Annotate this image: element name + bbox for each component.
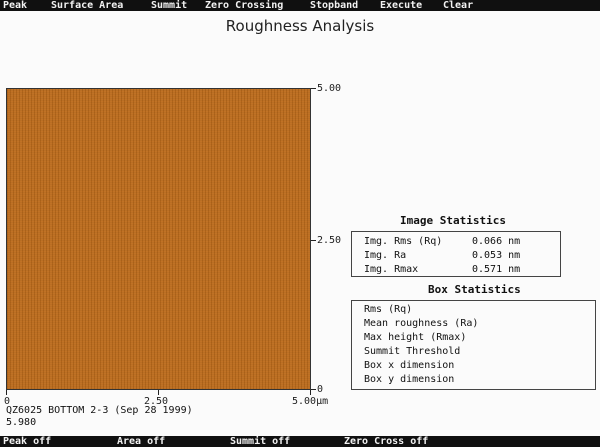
box-stats-title: Box Statistics (428, 283, 521, 296)
box-stat-rms: Rms (Rq) (364, 304, 413, 315)
y-tick-top (311, 88, 316, 89)
menu-stopband[interactable]: Stopband (310, 0, 358, 11)
y-tick-label-bottom: 0 (317, 384, 324, 395)
x-tick-label-right: 5.00µm (292, 396, 329, 407)
box-stat-x: Box x dimension (364, 360, 455, 371)
x-axis-unit: µm (316, 396, 329, 407)
stat-value: 0.053 nm (472, 250, 521, 261)
menu-clear[interactable]: Clear (443, 0, 473, 11)
menu-execute[interactable]: Execute (380, 0, 422, 11)
stat-value: 0.571 nm (472, 264, 521, 275)
status-bar: Peak off Area off Summit off Zero Cross … (0, 436, 600, 447)
surface-image[interactable] (6, 88, 311, 390)
box-stat-ra: Mean roughness (Ra) (364, 318, 479, 329)
box-stat-summit: Summit Threshold (364, 346, 461, 357)
y-tick-label-top: 5.00 (317, 83, 342, 94)
box-stat-rmax: Max height (Rmax) (364, 332, 467, 343)
x-tick-left (6, 390, 7, 395)
stat-row-ra: Img. Ra 0.053 nm (364, 250, 520, 261)
page-title: Roughness Analysis (225, 17, 375, 35)
menu-zero-crossing[interactable]: Zero Crossing (205, 0, 283, 11)
sample-caption: QZ6025 BOTTOM 2-3 (Sep 28 1999) (6, 405, 193, 416)
stat-label: Img. Ra (364, 250, 407, 261)
menu-summit[interactable]: Summit (151, 0, 187, 11)
stat-label: Img. Rms (Rq) (364, 236, 443, 247)
box-stats-panel: Rms (Rq) Mean roughness (Ra) Max height … (351, 300, 596, 390)
stat-row-rms: Img. Rms (Rq) 0.066 nm (364, 236, 520, 247)
box-stat-y: Box y dimension (364, 374, 455, 385)
image-stats-panel: Img. Rms (Rq) 0.066 nm Img. Ra 0.053 nm … (351, 231, 561, 277)
image-stats-title: Image Statistics (400, 214, 506, 227)
menu-bar: Peak Surface Area Summit Zero Crossing S… (0, 0, 600, 11)
y-tick-bottom (311, 389, 316, 390)
stat-row-rmax: Img. Rmax 0.571 nm (364, 264, 520, 275)
stat-value: 0.066 nm (472, 236, 521, 247)
menu-peak[interactable]: Peak (3, 0, 27, 11)
x-tick-mid (158, 390, 159, 395)
status-zero-cross[interactable]: Zero Cross off (344, 436, 428, 447)
status-area[interactable]: Area off (117, 436, 165, 447)
stat-label: Img. Rmax (364, 264, 419, 275)
scale-value: 5.980 (6, 417, 37, 428)
status-peak[interactable]: Peak off (3, 436, 51, 447)
x-tick-right (310, 390, 311, 395)
status-summit[interactable]: Summit off (230, 436, 290, 447)
menu-surface-area[interactable]: Surface Area (51, 0, 123, 11)
y-tick-mid (311, 240, 316, 241)
y-tick-label-mid: 2.50 (317, 235, 342, 246)
